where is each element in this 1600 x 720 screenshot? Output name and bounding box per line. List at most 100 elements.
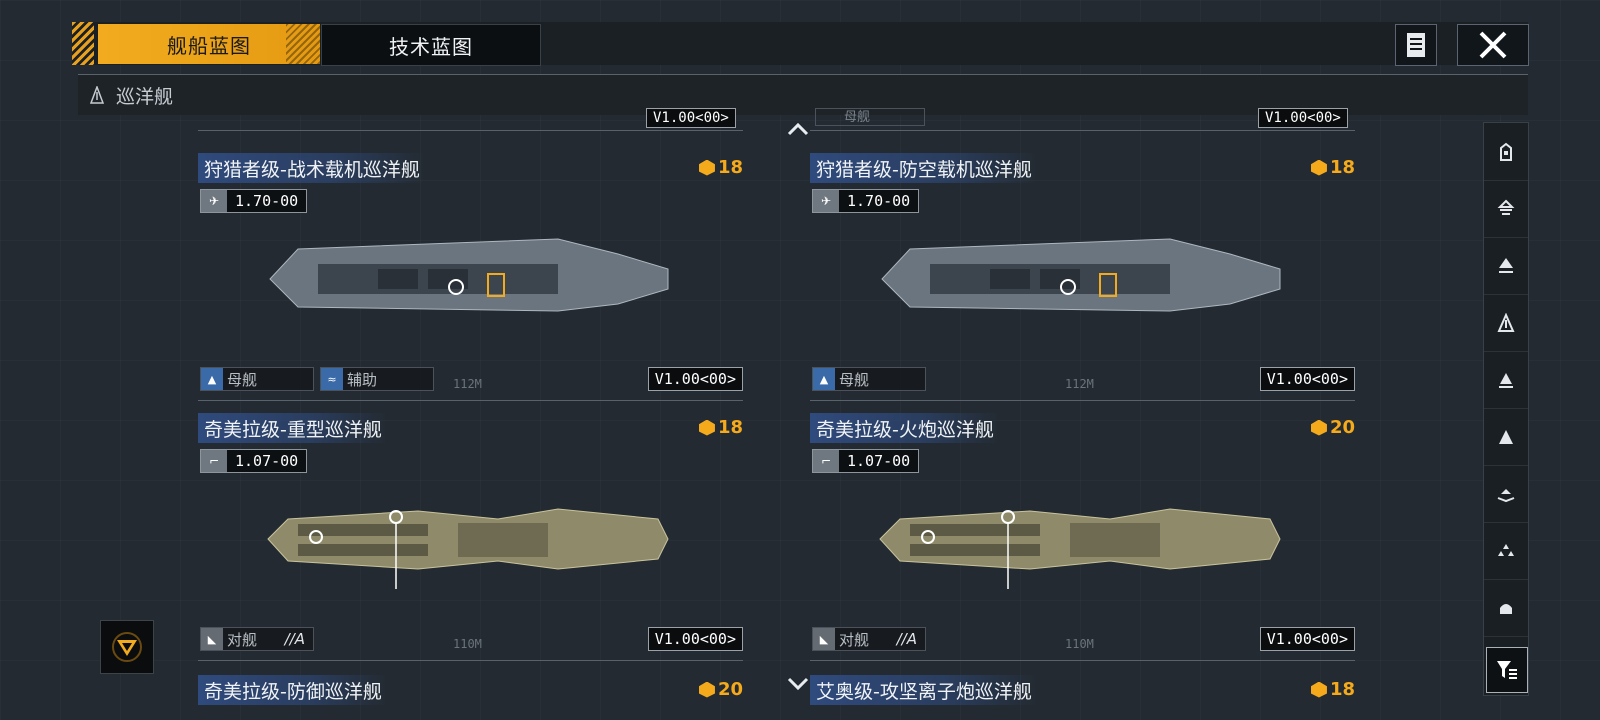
filter-icon bbox=[1497, 661, 1517, 679]
tab-label: 技术蓝图 bbox=[389, 34, 473, 59]
ship-card[interactable]: 奇美拉级-重型巡洋舰 18 ⌐ 1.07-00 110M ◣ 对舰 //A V1.0… bbox=[198, 413, 743, 671]
stat-value: 1.70-00 bbox=[839, 190, 919, 212]
ship-title: 奇美拉级-火炮巡洋舰 bbox=[810, 413, 1000, 443]
collapse-button[interactable] bbox=[100, 620, 154, 674]
divider bbox=[198, 660, 743, 661]
ship-title: 奇美拉级-重型巡洋舰 bbox=[198, 413, 388, 443]
cruiser-icon bbox=[1497, 312, 1515, 332]
stat-value: 1.07-00 bbox=[839, 450, 919, 472]
cannon-icon: ⌐ bbox=[813, 450, 839, 472]
stat-badge: ✈ 1.70-00 bbox=[200, 189, 308, 213]
tab-label: 舰船蓝图 bbox=[167, 33, 251, 58]
tag-suffix: //A bbox=[896, 630, 917, 648]
tag: ▲ 母舰 bbox=[200, 367, 314, 391]
cost-value: 18 bbox=[1329, 157, 1355, 178]
ship-title: 艾奥级-攻坚离子炮巡洋舰 bbox=[810, 675, 1038, 705]
cost-icon bbox=[1310, 159, 1327, 176]
close-button[interactable] bbox=[1457, 24, 1529, 66]
filter-carrier[interactable] bbox=[1484, 465, 1528, 523]
destroyer-icon bbox=[1497, 199, 1515, 215]
filter-auxiliary[interactable] bbox=[1484, 522, 1528, 580]
ship-title: 狩猎者级-防空载机巡洋舰 bbox=[810, 153, 1038, 183]
stat-badge: ⌐ 1.07-00 bbox=[812, 449, 920, 473]
battlecruiser-icon bbox=[1499, 372, 1513, 388]
frigate-icon bbox=[1500, 142, 1512, 161]
cost: 18 bbox=[1310, 157, 1355, 178]
cost-value: 18 bbox=[717, 157, 743, 178]
cost-icon bbox=[698, 159, 715, 176]
station-icon bbox=[1500, 603, 1512, 614]
range-label: 110M bbox=[1065, 637, 1094, 651]
ship-title: 奇美拉级-防御巡洋舰 bbox=[198, 675, 388, 705]
filter-button[interactable] bbox=[1486, 647, 1528, 693]
divider bbox=[198, 400, 743, 401]
filter-battleship[interactable] bbox=[1484, 408, 1528, 466]
ship-class-filter-rail bbox=[1483, 122, 1529, 696]
tag-list: ▲ 母舰 ≈ 辅助 bbox=[200, 367, 434, 391]
version-label: V1.00<00> bbox=[646, 108, 736, 128]
close-icon bbox=[1479, 31, 1507, 59]
ship-card[interactable]: 奇美拉级-火炮巡洋舰 20 ⌐ 1.07-00 110M ◣ 对舰 //A V1.0… bbox=[810, 413, 1355, 671]
chevron-down-icon bbox=[112, 632, 142, 662]
tag: ▲ 母舰 bbox=[812, 367, 926, 391]
document-button[interactable] bbox=[1395, 24, 1437, 66]
carrier-icon bbox=[1497, 488, 1515, 502]
tag: 母舰 bbox=[815, 108, 925, 126]
cost-value: 18 bbox=[1329, 679, 1355, 700]
carrier-icon: ▲ bbox=[201, 368, 223, 390]
filter-cruiser[interactable] bbox=[1484, 294, 1528, 352]
ship-image bbox=[269, 238, 669, 312]
cost-icon bbox=[1310, 681, 1327, 698]
filter-destroyer[interactable] bbox=[1484, 180, 1528, 238]
cost: 18 bbox=[698, 157, 743, 178]
tag: ◣ 对舰 //A bbox=[200, 627, 314, 651]
cost-icon bbox=[698, 681, 715, 698]
cost-icon bbox=[698, 419, 715, 436]
ship-image bbox=[879, 508, 1281, 589]
cost-value: 20 bbox=[1329, 417, 1355, 438]
tab-ship-blueprint[interactable]: 舰船蓝图 bbox=[98, 24, 320, 64]
support-icon: ≈ bbox=[321, 368, 343, 390]
version-label: V1.00<00> bbox=[647, 367, 743, 391]
anti-ship-icon: ◣ bbox=[201, 628, 223, 650]
scroll-down-icon[interactable] bbox=[787, 672, 809, 697]
ship-card[interactable]: 奇美拉级-防御巡洋舰 20 bbox=[198, 675, 743, 705]
ship-image bbox=[267, 508, 669, 589]
ship-card[interactable]: 艾奥级-攻坚离子炮巡洋舰 18 bbox=[810, 675, 1355, 705]
tab-tech-blueprint[interactable]: 技术蓝图 bbox=[321, 24, 541, 66]
stat-value: 1.07-00 bbox=[227, 450, 307, 472]
ship-card[interactable]: 狩猎者级-防空载机巡洋舰 18 ✈ 1.70-00 112M ▲ 母舰 V1.00… bbox=[810, 153, 1355, 411]
scroll-up-icon[interactable] bbox=[787, 117, 809, 142]
tag-list: ◣ 对舰 //A bbox=[812, 627, 926, 651]
document-icon bbox=[1407, 33, 1425, 57]
tag: ≈ 辅助 bbox=[320, 367, 434, 391]
aircraft-icon: ✈ bbox=[813, 190, 839, 212]
tag-label: 对舰 bbox=[839, 630, 870, 649]
filter-station[interactable] bbox=[1484, 579, 1528, 637]
battleship-icon bbox=[1499, 429, 1513, 444]
range-label: 112M bbox=[1065, 377, 1094, 391]
filter-cruiser-class[interactable] bbox=[1484, 237, 1528, 295]
divider bbox=[810, 660, 1355, 661]
cost: 20 bbox=[1310, 417, 1355, 438]
divider bbox=[810, 130, 1355, 131]
tag-list: ◣ 对舰 //A bbox=[200, 627, 314, 651]
tag-label: 母舰 bbox=[839, 370, 870, 389]
divider bbox=[810, 400, 1355, 401]
version-label: V1.00<00> bbox=[1258, 108, 1348, 128]
cruiser-icon bbox=[89, 86, 105, 104]
stat-value: 1.70-00 bbox=[227, 190, 307, 212]
tag-label: 对舰 bbox=[227, 630, 258, 649]
tab-bar-accent bbox=[72, 22, 94, 65]
filter-frigate[interactable] bbox=[1484, 123, 1528, 181]
carrier-icon: ▲ bbox=[813, 368, 835, 390]
range-label: 112M bbox=[453, 377, 482, 391]
version-label: V1.00<00> bbox=[1259, 367, 1355, 391]
stat-badge: ✈ 1.70-00 bbox=[812, 189, 920, 213]
filter-battlecruiser[interactable] bbox=[1484, 351, 1528, 409]
tag-label: 辅助 bbox=[347, 370, 378, 389]
version-label: V1.00<00> bbox=[647, 627, 743, 651]
cruiser-class-icon bbox=[1499, 257, 1513, 273]
ship-title: 狩猎者级-战术载机巡洋舰 bbox=[198, 153, 426, 183]
ship-card[interactable]: 狩猎者级-战术载机巡洋舰 18 ✈ 1.70-00 112M ▲ 母舰 ≈ 辅助 V… bbox=[198, 153, 743, 411]
